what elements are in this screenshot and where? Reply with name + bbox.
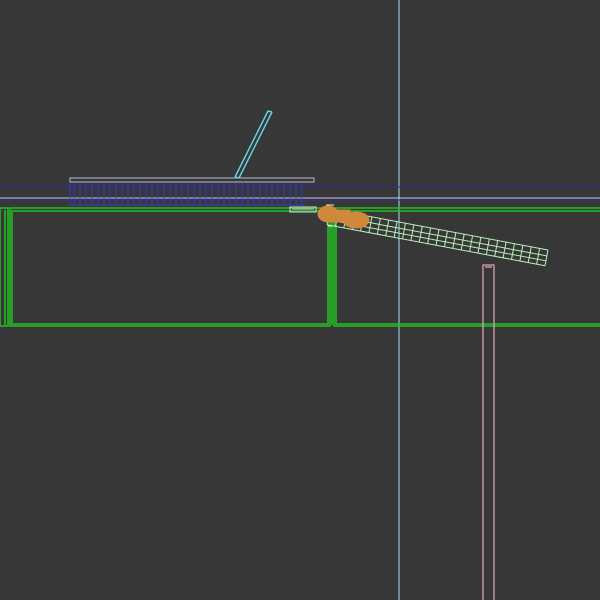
cyan-arm-edge-1[interactable] — [234, 110, 269, 178]
table-frame-left-panel-inner — [11, 210, 329, 325]
angled-strut-rung — [376, 218, 381, 235]
angled-strut-rung — [418, 226, 423, 243]
angled-strut-rung — [494, 240, 499, 257]
angled-strut-rung — [502, 242, 507, 258]
table-frame-left-panel[interactable] — [9, 207, 331, 327]
angled-strut-rung — [544, 249, 549, 266]
angled-strut-rung — [536, 248, 541, 265]
angled-strut-rung — [469, 235, 474, 252]
angled-strut-rung — [435, 229, 440, 246]
pivot-joint-neck — [331, 209, 351, 223]
table-frame[interactable] — [0, 207, 600, 327]
angled-strut-rung — [452, 232, 457, 249]
viewport-canvas[interactable] — [0, 0, 600, 600]
table-frame-right-panel-inner — [335, 210, 600, 325]
blue-grid-top-rail — [69, 177, 315, 183]
angled-strut-rung — [402, 223, 406, 240]
table-frame-left-edge — [0, 207, 9, 327]
cyan-arm[interactable] — [234, 110, 273, 179]
angled-strut-rung — [427, 227, 432, 244]
table-frame-right-panel[interactable] — [333, 207, 600, 327]
angled-strut-rung — [393, 221, 398, 238]
angled-strut-rung — [485, 238, 490, 255]
angled-strut-rung — [443, 230, 448, 247]
angled-strut-rung — [519, 245, 524, 262]
pink-post-outline[interactable] — [482, 264, 495, 600]
angled-strut-rung — [460, 234, 465, 251]
angled-strut-rung — [477, 237, 482, 254]
angled-strut-rung — [527, 246, 532, 263]
cyan-arm-edge-2 — [238, 111, 273, 179]
pink-post[interactable] — [482, 264, 495, 600]
angled-strut-rung — [410, 224, 415, 241]
angled-strut-rung — [511, 243, 515, 260]
angled-strut-rung — [385, 219, 390, 236]
blue-grid-frame[interactable] — [69, 177, 315, 206]
wireframe-scene[interactable] — [0, 0, 600, 600]
